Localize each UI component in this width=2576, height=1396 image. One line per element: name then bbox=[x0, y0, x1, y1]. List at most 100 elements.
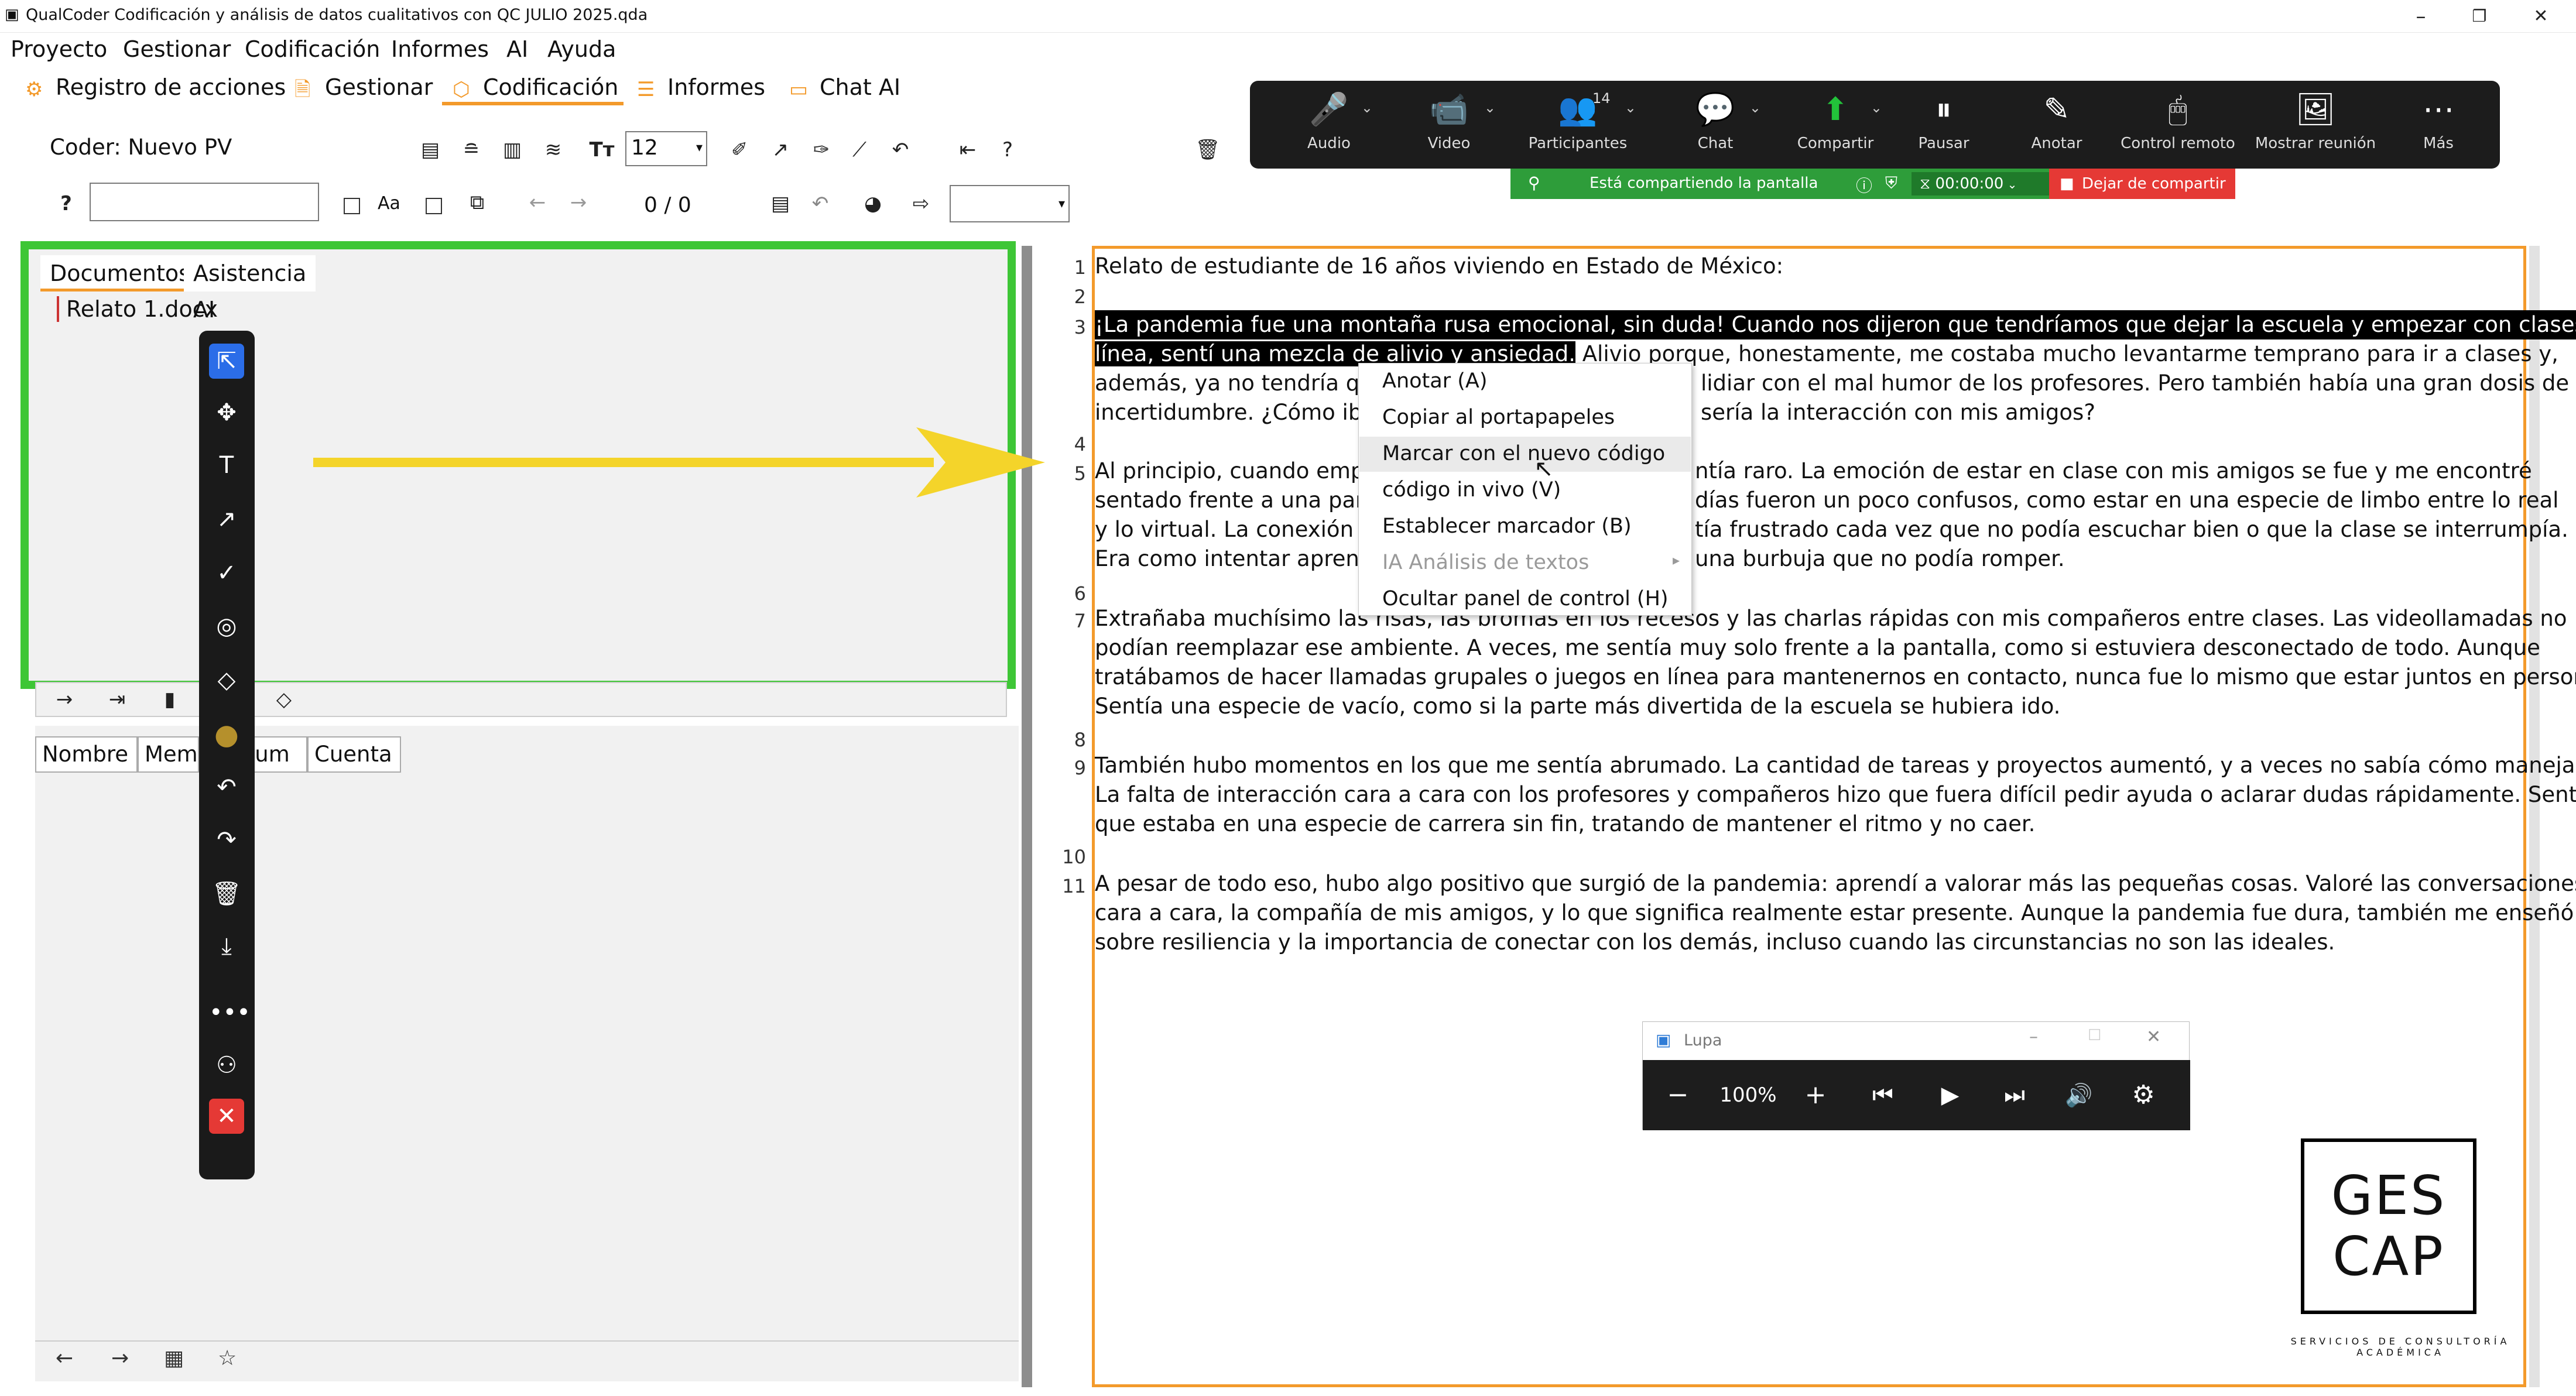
redo-icon[interactable]: ↷ bbox=[209, 822, 244, 858]
menu-proyecto[interactable]: Proyecto bbox=[11, 36, 107, 62]
more-icon[interactable]: ••• bbox=[209, 995, 251, 1030]
maximize-button[interactable]: ☐ bbox=[2088, 1027, 2101, 1044]
spotlight-icon[interactable]: ◎ bbox=[209, 609, 244, 644]
close-button[interactable]: ✕ bbox=[2146, 1027, 2161, 1047]
pin-code-icon[interactable]: ✐ bbox=[723, 133, 756, 166]
chevron-down-icon[interactable]: ⌄ bbox=[1484, 100, 1496, 116]
search-input[interactable] bbox=[90, 183, 319, 221]
tab-codificacion[interactable]: ⬡ Codificación bbox=[442, 71, 624, 105]
zoom-in-icon[interactable]: + bbox=[1798, 1060, 1833, 1130]
collapse-left-icon[interactable]: ⇤ bbox=[951, 133, 984, 166]
undo-code-icon[interactable]: ↶ bbox=[804, 187, 837, 220]
tab-gestionar[interactable]: 🗎 Gestionar bbox=[284, 71, 436, 105]
document-list-item[interactable]: Relato 1.docx bbox=[57, 296, 218, 322]
arrow-left-icon[interactable]: ← bbox=[521, 186, 554, 219]
notes-icon[interactable]: ▤ bbox=[764, 187, 797, 220]
chevron-down-icon[interactable]: ⌄ bbox=[1871, 100, 1882, 116]
skip-back-icon[interactable]: ⏮ bbox=[1862, 1060, 1903, 1130]
zoom-pause-button[interactable]: ⏸ Pausar bbox=[1885, 89, 2002, 165]
menu-item-anotar[interactable]: Anotar (A) bbox=[1382, 369, 1487, 393]
zoom-video-button[interactable]: 📹 Video ⌄ bbox=[1390, 89, 1508, 165]
zoom-out-icon[interactable]: − bbox=[1660, 1060, 1695, 1130]
menu-item-marcar-nuevo-codigo[interactable]: Marcar con el nuevo código bbox=[1382, 442, 1665, 465]
move-icon[interactable]: ✥ bbox=[209, 395, 244, 430]
tab-chat-ai[interactable]: ▭ Chat AI bbox=[779, 71, 913, 105]
regex-checkbox[interactable] bbox=[426, 198, 442, 214]
case-checkbox[interactable] bbox=[344, 198, 360, 214]
tab-documentos[interactable]: Documentos bbox=[40, 255, 200, 291]
filter-icon[interactable]: ≋ bbox=[537, 133, 570, 166]
tab-informes[interactable]: ☰ Informes bbox=[626, 71, 785, 105]
zoom-remote-control-button[interactable]: 🖱 Control remoto bbox=[2111, 89, 2245, 165]
tab-registro-acciones[interactable]: ⚙ Registro de acciones bbox=[15, 71, 290, 105]
settings-gear-icon[interactable]: ⚙ bbox=[2123, 1060, 2164, 1130]
text-icon[interactable]: T bbox=[209, 448, 244, 483]
undo-icon[interactable]: ↶ bbox=[209, 770, 244, 805]
zoom-show-meeting-button[interactable]: 🖼 Mostrar reunión bbox=[2245, 89, 2386, 165]
color-icon[interactable]: ● bbox=[209, 717, 244, 752]
tag-outline-icon[interactable]: ◇ bbox=[268, 683, 300, 716]
bookmark-icon[interactable]: ▮ bbox=[153, 683, 186, 716]
back-icon[interactable]: ← bbox=[56, 1346, 73, 1370]
menu-item-establecer-marcador[interactable]: Establecer marcador (B) bbox=[1382, 515, 1632, 538]
help-question-icon[interactable]: ? bbox=[50, 187, 83, 220]
selected-text-line[interactable]: ¡La pandemia fue una montaña rusa emocio… bbox=[1095, 310, 2576, 339]
forward-icon[interactable]: → bbox=[111, 1346, 129, 1370]
menu-informes[interactable]: Informes bbox=[391, 36, 489, 62]
column-memo[interactable]: Mem bbox=[138, 736, 199, 773]
star-icon[interactable]: ☆ bbox=[218, 1346, 237, 1370]
read-aloud-icon[interactable]: 🔊 bbox=[2058, 1060, 2099, 1130]
chevron-down-icon[interactable]: ⌄ bbox=[1625, 100, 1636, 116]
chevron-down-icon[interactable]: ⌄ bbox=[1361, 100, 1373, 116]
menu-ai[interactable]: AI bbox=[506, 36, 528, 62]
zoom-more-button[interactable]: ⋯ Más bbox=[2380, 89, 2497, 165]
unpin-icon[interactable]: ↗ bbox=[764, 133, 797, 166]
close-icon[interactable]: ✕ bbox=[209, 1099, 244, 1134]
column-nombre[interactable]: Nombre bbox=[35, 736, 138, 773]
help-icon[interactable]: ? bbox=[991, 133, 1024, 166]
jump-icon[interactable]: ⇥ bbox=[101, 683, 133, 716]
arrow-right-icon[interactable]: → bbox=[48, 683, 81, 716]
skip-forward-icon[interactable]: ⏭ bbox=[1994, 1060, 2035, 1130]
mark-icon[interactable]: ✑ bbox=[805, 133, 838, 166]
zoom-share-button[interactable]: ⬆ Compartir ⌄ bbox=[1777, 89, 1894, 165]
download-icon[interactable]: ⤓ bbox=[209, 929, 244, 964]
menu-gestionar[interactable]: Gestionar bbox=[123, 36, 231, 62]
menu-item-copiar[interactable]: Copiar al portapapeles bbox=[1382, 406, 1615, 429]
zoom-participants-button[interactable]: 👥 14 Participantes ⌄ bbox=[1508, 89, 1648, 165]
undo-icon[interactable]: ↶ bbox=[884, 133, 917, 166]
trash-icon[interactable]: 🗑 bbox=[209, 876, 244, 911]
grid-icon[interactable]: ▦ bbox=[164, 1346, 184, 1370]
line-icon[interactable]: ⟋ bbox=[843, 133, 876, 166]
zoom-chat-button[interactable]: 💬 Chat ⌄ bbox=[1657, 89, 1774, 165]
select-icon[interactable]: ⇱ bbox=[209, 344, 244, 379]
arrow-right-icon[interactable]: → bbox=[562, 186, 595, 219]
zoom-annotate-button[interactable]: ✎ Anotar bbox=[1998, 89, 2115, 165]
close-button[interactable]: ✕ bbox=[2515, 1, 2567, 32]
splitter[interactable] bbox=[1022, 246, 1032, 1387]
menu-item-ocultar-panel[interactable]: Ocultar panel de control (H) bbox=[1382, 587, 1669, 610]
arrow-tool-icon[interactable]: ↗ bbox=[209, 502, 244, 537]
play-icon[interactable]: ▶ bbox=[1930, 1060, 1971, 1130]
restore-button[interactable]: ❐ bbox=[2453, 1, 2506, 32]
minimize-button[interactable]: – bbox=[2029, 1027, 2038, 1047]
eraser-icon[interactable]: ◇ bbox=[209, 663, 244, 698]
font-size-select[interactable]: 12 ▾ bbox=[625, 131, 707, 166]
scrollbar[interactable] bbox=[2529, 246, 2540, 1387]
timer-display[interactable]: ⧖ 00:00:00 ⌄ bbox=[1912, 172, 2052, 195]
trash-icon[interactable]: 🗑 bbox=[1191, 133, 1224, 166]
user-settings-icon[interactable]: ⚇ bbox=[209, 1048, 244, 1083]
palette-icon[interactable]: ◕ bbox=[857, 187, 889, 220]
zoom-audio-button[interactable]: 🎤 Audio ⌄ bbox=[1270, 89, 1388, 165]
menu-ayuda[interactable]: Ayuda bbox=[547, 36, 616, 62]
annotations-icon[interactable]: ▤ bbox=[414, 133, 447, 166]
menu-codificacion[interactable]: Codificación bbox=[245, 36, 380, 62]
tab-asistencia-ai[interactable]: Asistencia AI bbox=[184, 255, 316, 323]
export-icon[interactable]: ⇨ bbox=[905, 187, 937, 220]
copy-icon[interactable]: ⧉ bbox=[461, 186, 494, 219]
memo-icon[interactable]: ▥ bbox=[496, 133, 529, 166]
minimize-button[interactable]: – bbox=[2395, 1, 2447, 32]
coder-select[interactable]: ▾ bbox=[950, 185, 1070, 222]
column-cuenta[interactable]: Cuenta bbox=[307, 736, 401, 773]
checkmark-icon[interactable]: ✓ bbox=[209, 555, 244, 591]
